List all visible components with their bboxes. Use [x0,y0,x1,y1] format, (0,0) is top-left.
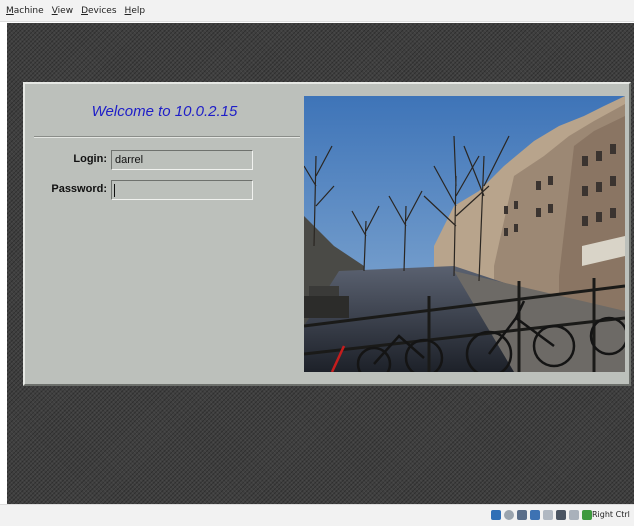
vm-statusbar: Right Ctrl [0,504,634,526]
optical-drive-icon[interactable] [504,510,514,520]
status-icons [491,510,592,520]
divider [34,136,300,138]
mouse-integration-icon[interactable] [569,510,579,520]
host-key-icon[interactable] [582,510,592,520]
login-dialog: Welcome to 10.0.2.15 Login: Password: [23,82,631,386]
login-input[interactable] [111,150,253,170]
text-caret [114,184,115,197]
menu-help[interactable]: Help [125,6,146,16]
guest-screen: Welcome to 10.0.2.15 Login: Password: [7,23,634,504]
login-label: Login: [73,153,107,165]
vm-menubar: Machine View Devices Help [0,0,634,22]
host-key-label: Right Ctrl [592,510,630,519]
menu-devices[interactable]: Devices [81,6,116,16]
network-icon[interactable] [530,510,540,520]
display-icon[interactable] [556,510,566,520]
menu-view[interactable]: View [52,6,73,16]
password-label: Password: [51,183,107,195]
menu-machine[interactable]: Machine [6,6,44,16]
amsterdam-canal-photo [304,96,625,372]
welcome-title: Welcome to 10.0.2.15 [91,103,238,120]
shared-folder-icon[interactable] [543,510,553,520]
password-input[interactable] [111,180,253,200]
photo-illustration [304,96,625,372]
usb-icon[interactable] [517,510,527,520]
hard-disk-icon[interactable] [491,510,501,520]
